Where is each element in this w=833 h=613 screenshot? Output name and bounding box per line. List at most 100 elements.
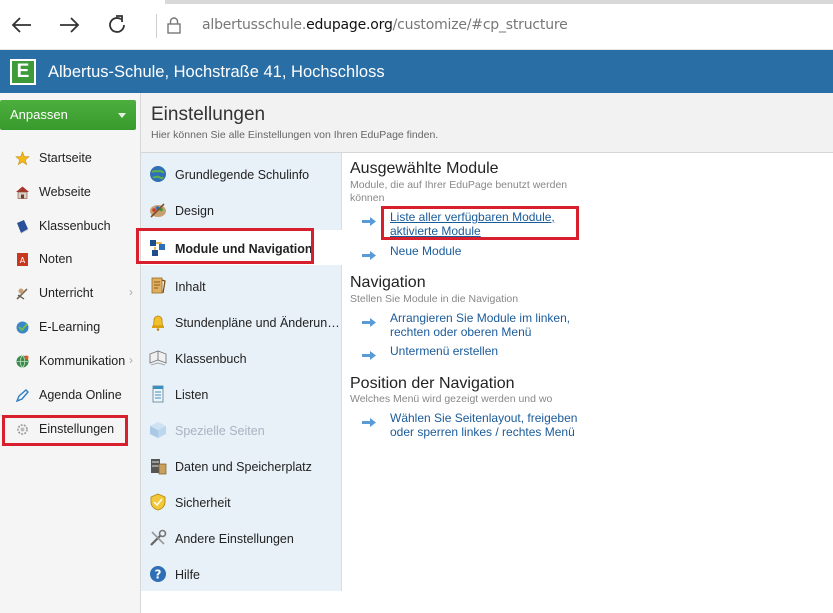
shield-icon: [148, 492, 168, 512]
communication-icon: [15, 354, 30, 369]
url-prefix: albertusschule.: [202, 17, 307, 33]
palette-icon: [148, 200, 168, 220]
help-icon: ?: [148, 564, 168, 584]
chevron-right-icon: ›: [129, 353, 133, 367]
settings-item-label: Listen: [175, 388, 209, 402]
section-desc-modules: Module, die auf Ihrer EduPage benutzt we…: [350, 179, 568, 204]
sidebar-item-noten[interactable]: A Noten: [0, 244, 141, 274]
sidebar-item-label: E-Learning: [39, 320, 101, 334]
sidebar-item-kommunikation[interactable]: Kommunikation ›: [0, 346, 141, 376]
list-icon: [148, 384, 168, 404]
chevron-right-icon: ›: [129, 285, 133, 299]
sidebar-item-label: Webseite: [39, 185, 91, 199]
url-domain: edupage.org: [306, 17, 393, 33]
app-header: E Albertus-Schule, Hochstraße 41, Hochsc…: [0, 50, 833, 93]
sidebar-item-unterricht[interactable]: Unterricht ›: [0, 278, 141, 308]
customize-button-label: Anpassen: [10, 107, 68, 122]
sidebar-item-agenda-online[interactable]: Agenda Online: [0, 380, 141, 410]
sidebar-item-startseite[interactable]: Startseite: [0, 143, 141, 173]
settings-item-design[interactable]: Design: [141, 192, 342, 226]
address-bar[interactable]: albertusschule.edupage.org/customize/#cp…: [202, 17, 568, 33]
tools-icon: [148, 528, 168, 548]
bell-icon: [148, 312, 168, 332]
lock-icon[interactable]: [166, 16, 182, 34]
storage-icon: [148, 456, 168, 476]
cube-icon: [148, 420, 168, 440]
section-title-modules: Ausgewählte Module: [350, 160, 499, 177]
link-page-layout[interactable]: Wählen Sie Seitenlayout, freigeben oder …: [390, 411, 600, 439]
sidebar-item-label: Noten: [39, 252, 73, 266]
school-title[interactable]: Albertus-Schule, Hochstraße 41, Hochschl…: [48, 63, 385, 82]
settings-item-daten-und-speicherplatz[interactable]: Daten und Speicherplatz: [141, 448, 342, 482]
section-desc-position: Welches Menü wird gezeigt werden und wo: [350, 393, 553, 405]
link-arrange-modules[interactable]: Arrangieren Sie Module im linken, rechte…: [390, 311, 600, 339]
settings-item-label: Spezielle Seiten: [175, 424, 265, 438]
back-icon[interactable]: [9, 12, 35, 38]
book-icon: [15, 219, 30, 234]
caret-down-icon: [118, 113, 126, 118]
settings-nav: Grundlegende Schulinfo Design Module und…: [141, 153, 342, 591]
settings-item-hilfe[interactable]: ? Hilfe: [141, 556, 342, 590]
settings-item-label: Klassenbuch: [175, 352, 247, 366]
forward-icon[interactable]: [56, 12, 82, 38]
customize-button[interactable]: Anpassen: [0, 100, 136, 130]
link-row-create-submenu[interactable]: Untermenü erstellen: [362, 344, 592, 360]
refresh-icon[interactable]: [104, 12, 130, 38]
settings-item-label: Hilfe: [175, 568, 201, 582]
link-new-modules[interactable]: Neue Module: [390, 244, 600, 258]
arrow-right-icon: [362, 213, 376, 226]
sidebar-item-label: Agenda Online: [39, 388, 122, 402]
settings-item-spezielle-seiten[interactable]: Spezielle Seiten: [141, 412, 342, 446]
settings-item-andere-einstellungen[interactable]: Andere Einstellungen: [141, 520, 342, 554]
globe-icon: [148, 164, 168, 184]
teaching-icon: [15, 286, 30, 301]
settings-item-sicherheit[interactable]: Sicherheit: [141, 484, 342, 518]
sidebar-item-label: Kommunikation: [39, 354, 126, 368]
page-header: Einstellungen Hier können Sie alle Einst…: [141, 93, 833, 153]
highlight-box-einstellungen: [2, 415, 128, 446]
edupage-logo[interactable]: E: [10, 59, 36, 85]
settings-item-inhalt[interactable]: Inhalt: [141, 268, 342, 302]
section-title-navigation: Navigation: [350, 274, 426, 291]
sidebar-item-label: Startseite: [39, 151, 92, 165]
svg-text:?: ?: [155, 568, 162, 582]
settings-item-listen[interactable]: Listen: [141, 376, 342, 410]
settings-item-label: Daten und Speicherplatz: [175, 460, 312, 474]
tab-strip-edge: [165, 0, 833, 4]
settings-item-label: Stundenpläne und Änderun…: [175, 316, 340, 330]
settings-item-stundenplaene[interactable]: Stundenpläne und Änderun…: [141, 304, 342, 338]
elearning-icon: [15, 320, 30, 335]
sidebar-item-klassenbuch[interactable]: Klassenbuch: [0, 211, 141, 241]
sidebar-item-label: Klassenbuch: [39, 219, 111, 233]
pen-icon: [15, 388, 30, 403]
open-book-icon: [148, 348, 168, 368]
arrow-right-icon: [362, 247, 376, 260]
settings-item-klassenbuch[interactable]: Klassenbuch: [141, 340, 342, 374]
settings-item-label: Grundlegende Schulinfo: [175, 168, 310, 182]
sidebar-item-webseite[interactable]: Webseite: [0, 177, 141, 207]
settings-item-label: Design: [175, 204, 214, 218]
link-row-arrange-modules[interactable]: Arrangieren Sie Module im linken, rechte…: [362, 311, 592, 341]
svg-text:A: A: [20, 256, 26, 265]
link-row-new-modules[interactable]: Neue Module: [362, 244, 592, 260]
sidebar-item-elearning[interactable]: E-Learning: [0, 312, 141, 342]
arrow-right-icon: [362, 414, 376, 427]
page-title: Einstellungen: [151, 104, 266, 125]
house-icon: [15, 185, 30, 200]
sidebar: Anpassen Startseite Webseite Klassenbuch…: [0, 93, 141, 613]
sidebar-item-label: Unterricht: [39, 286, 94, 300]
url-path: /customize/#cp_structure: [392, 17, 568, 33]
link-create-submenu[interactable]: Untermenü erstellen: [390, 344, 600, 358]
page-subtitle: Hier können Sie alle Einstellungen von I…: [151, 129, 439, 141]
arrow-right-icon: [362, 347, 376, 360]
settings-item-grundlegende-schulinfo[interactable]: Grundlegende Schulinfo: [141, 156, 342, 190]
link-row-page-layout[interactable]: Wählen Sie Seitenlayout, freigeben oder …: [362, 411, 592, 441]
settings-item-label: Andere Einstellungen: [175, 532, 294, 546]
star-icon: [15, 151, 30, 166]
highlight-box-module-und-navigation: [136, 228, 314, 264]
browser-toolbar: albertusschule.edupage.org/customize/#cp…: [0, 0, 833, 50]
arrow-right-icon: [362, 314, 376, 327]
toolbar-separator: [156, 14, 157, 38]
settings-item-label: Inhalt: [175, 280, 206, 294]
highlight-box-module-list-link: [381, 206, 579, 240]
